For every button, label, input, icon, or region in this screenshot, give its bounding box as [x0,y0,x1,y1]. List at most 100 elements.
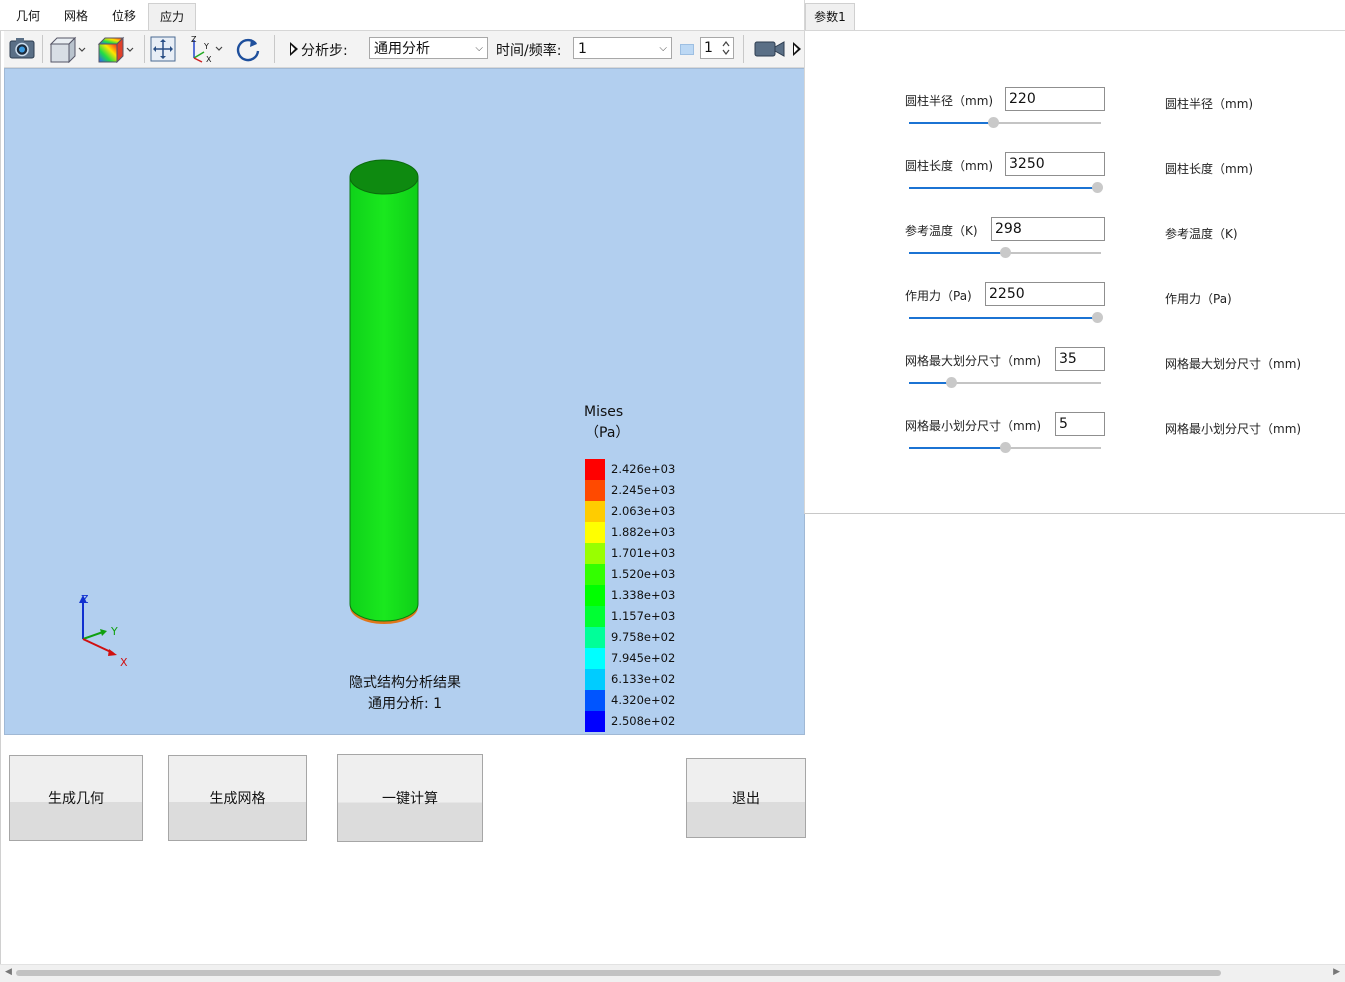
slider-thumb[interactable] [1000,442,1011,453]
legend-swatch [585,669,605,690]
3d-viewport[interactable]: Z Y X Mises （Pa） 2.426e+03 2.245e+03 2.063… [4,68,805,735]
svg-text:X: X [206,55,212,64]
legend-swatch [585,564,605,585]
param-input[interactable]: 298 [991,217,1105,241]
screenshot-camera-icon[interactable] [8,35,36,67]
scroll-left-icon[interactable]: ◀ [5,967,12,977]
chevron-down-icon: ⌵ [659,43,667,54]
param-slider[interactable] [909,182,1104,193]
tab-geometry[interactable]: 几何 [6,3,50,29]
legend-swatch [585,543,605,564]
legend-swatch [585,606,605,627]
slider-fill [909,187,1098,189]
axis-x-label: X [120,656,128,669]
slider-fill [909,317,1098,319]
slider-thumb[interactable] [1092,312,1104,323]
slider-thumb[interactable] [946,377,958,388]
param-input[interactable]: 2250 [985,282,1105,306]
toolbar-separator [42,35,43,63]
legend-swatch [585,627,605,648]
axis-orientation-icon[interactable]: Z Y X [186,34,226,68]
analysis-step-select[interactable]: 通用分析 ⌵ [369,37,488,59]
generate-mesh-button[interactable]: 生成网格 [168,755,307,841]
param-label: 作用力（Pa) [905,289,972,303]
cylinder-model [349,159,419,624]
exit-button[interactable]: 退出 [686,758,806,838]
result-subtitle: 通用分析: 1 [367,696,443,712]
param-description: 网格最大划分尺寸（mm) [1165,357,1302,371]
spin-arrows-icon[interactable] [721,39,731,57]
slider-fill [909,447,1005,449]
legend-value: 6.133e+02 [611,672,676,686]
svg-text:Y: Y [203,42,209,51]
param-description: 作用力（Pa) [1165,292,1232,306]
slider-thumb[interactable] [1092,182,1104,193]
param-input[interactable]: 35 [1055,347,1105,371]
slider-fill [909,252,1005,254]
legend-swatch [585,690,605,711]
contour-color-icon[interactable] [95,35,135,67]
slider-thumb[interactable] [1000,247,1011,258]
axis-y-label: Y [111,625,118,638]
time-frequency-value: 1 [578,41,587,57]
toolbar: Z Y X 分析步: 通用分析 ⌵ 时间/频率: 1 ⌵ 1 [4,31,804,68]
param-label: 网格最大划分尺寸（mm) [905,354,1042,368]
param-input[interactable]: 3250 [1005,152,1105,176]
legend-value: 4.320e+02 [611,693,676,707]
tab-params-1[interactable]: 参数1 [805,3,855,30]
param-description: 圆柱长度（mm) [1165,162,1254,176]
param-input[interactable]: 5 [1055,412,1105,436]
one-click-compute-button[interactable]: 一键计算 [337,754,483,842]
param-slider[interactable] [909,247,1101,258]
legend-swatch [585,501,605,522]
param-description: 网格最小划分尺寸（mm) [1165,422,1302,436]
horizontal-scrollbar[interactable]: ◀ ▶ [0,964,1345,982]
legend-swatch [585,585,605,606]
analysis-step-value: 通用分析 [374,41,430,57]
generate-geometry-button[interactable]: 生成几何 [9,755,143,841]
rotate-icon[interactable] [234,35,262,67]
scroll-right-icon[interactable]: ▶ [1333,967,1340,977]
fit-view-icon[interactable] [149,35,177,67]
legend-value: 2.063e+03 [611,504,676,518]
legend-value: 1.157e+03 [611,609,676,623]
param-slider[interactable] [909,377,1101,388]
panel-tab-bar: 参数1 [805,0,1345,31]
param-label: 网格最小划分尺寸（mm) [905,419,1042,433]
param-label: 参考温度（K) [905,224,978,238]
legend-value: 2.245e+03 [611,483,676,497]
window-left-border [0,0,1,981]
toolbar-separator [144,35,145,63]
frame-spinbox[interactable]: 1 [700,37,734,59]
tab-stress[interactable]: 应力 [148,3,196,30]
legend-value: 9.758e+02 [611,630,676,644]
legend-value: 1.520e+03 [611,567,676,581]
param-slider[interactable] [909,312,1104,323]
legend-value: 1.338e+03 [611,588,676,602]
analysis-step-label: 分析步: [301,43,348,59]
slider-fill [909,122,994,124]
slider-thumb[interactable] [988,117,1000,128]
tab-mesh[interactable]: 网格 [54,3,98,29]
chevron-down-icon: ⌵ [475,43,483,54]
legend-value: 2.508e+02 [611,714,676,728]
param-slider[interactable] [909,442,1101,453]
ribbon-tab-bar: 几何 网格 位移 应力 [0,0,804,31]
legend-swatch [585,459,605,480]
param-slider[interactable] [909,117,1101,128]
view-cube-icon[interactable] [47,35,87,67]
legend-value: 2.426e+03 [611,462,676,476]
legend-title: Mises [584,404,624,420]
legend-swatch [585,648,605,669]
grip-icon [792,41,802,61]
scrollbar-thumb[interactable] [16,970,1221,976]
svg-text:Z: Z [191,35,197,44]
legend-swatch [585,480,605,501]
param-input[interactable]: 220 [1005,87,1105,111]
legend-swatch [585,522,605,543]
tab-displacement[interactable]: 位移 [102,3,146,29]
toolbar-separator [743,35,744,63]
record-video-icon[interactable] [754,39,786,63]
param-label: 圆柱长度（mm) [905,159,994,173]
time-frequency-select[interactable]: 1 ⌵ [573,37,672,59]
